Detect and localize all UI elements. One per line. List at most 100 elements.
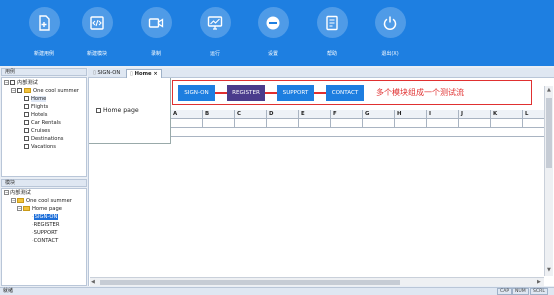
scroll-thumb[interactable] <box>546 98 552 168</box>
grid-cell[interactable] <box>331 119 363 128</box>
close-tab-icon[interactable]: × <box>153 71 157 77</box>
tree-page[interactable]: − Home page <box>17 205 62 213</box>
page-label[interactable]: Home page <box>96 107 139 114</box>
tree-root-modules[interactable]: − 内部测试 <box>4 189 31 197</box>
collapse-icon[interactable]: − <box>4 80 9 85</box>
test-flow-editor: Home page SIGN-ON REGISTER SUPPORT CONTA… <box>88 78 554 286</box>
new-module-button[interactable]: 新建模块 <box>67 7 127 63</box>
scroll-left-icon[interactable]: ◀ <box>91 279 95 285</box>
flow-module-register[interactable]: REGISTER <box>227 85 265 101</box>
tree-case-item[interactable]: Destinations <box>24 135 63 143</box>
record-button[interactable]: 录制 <box>126 7 186 63</box>
vertical-scrollbar[interactable]: ▲ ▼ <box>544 86 553 276</box>
tree-project[interactable]: − One cool summer <box>11 87 79 95</box>
column-header[interactable]: G <box>363 110 395 119</box>
column-header[interactable]: K <box>491 110 523 119</box>
flow-module-sign-on[interactable]: SIGN-ON <box>178 85 215 101</box>
column-header[interactable]: J <box>459 110 491 119</box>
scroll-up-icon[interactable]: ▲ <box>547 87 551 93</box>
scrl-indicator: SCRL <box>530 288 548 295</box>
new-module-icon <box>81 7 113 38</box>
tree-case-item[interactable]: Hotels <box>24 111 47 119</box>
tab-sign-on[interactable]: ▯ SIGN-ON <box>90 69 123 78</box>
exit-button[interactable]: 退出(X) <box>360 7 420 63</box>
grid-cell[interactable] <box>459 119 491 128</box>
scroll-thumb[interactable] <box>100 280 400 285</box>
grid-cell[interactable] <box>235 119 267 128</box>
tree-root-cases[interactable]: − 内部测试 <box>4 79 38 87</box>
checkbox[interactable] <box>10 80 15 85</box>
flow-module-support[interactable]: SUPPORT <box>277 85 314 101</box>
tree-module-item-selected[interactable]: ·SIGN-ON <box>32 213 59 221</box>
column-header[interactable]: E <box>299 110 331 119</box>
tree-project[interactable]: − One cool summer <box>11 197 72 205</box>
checkbox[interactable] <box>96 107 101 113</box>
tree-case-item[interactable]: Vacations <box>24 143 56 151</box>
status-text: 就绪 <box>3 288 14 294</box>
run-monitor-icon <box>199 7 231 38</box>
cases-tree: − 内部测试 − One cool summer Home Flights Hote… <box>1 77 87 177</box>
checkbox[interactable] <box>17 88 22 93</box>
collapse-icon[interactable]: − <box>17 206 22 211</box>
grid-cell[interactable] <box>267 119 299 128</box>
num-indicator: NUM <box>512 288 529 295</box>
new-file-icon <box>28 7 60 38</box>
checkbox[interactable] <box>24 104 29 109</box>
grid-cell[interactable] <box>171 119 203 128</box>
tree-case-item[interactable]: Home <box>24 95 47 103</box>
grid-cell[interactable] <box>171 128 547 137</box>
checkbox[interactable] <box>24 136 29 141</box>
grid-header-row: A B C D E F G H I J K L <box>171 110 547 119</box>
grid-cell[interactable] <box>491 119 523 128</box>
tab-home[interactable]: ▯ Home × <box>126 69 162 78</box>
column-header[interactable]: I <box>427 110 459 119</box>
tree-module-item[interactable]: ·SUPPORT <box>32 229 57 237</box>
checkbox[interactable] <box>24 144 29 149</box>
flow-arrow <box>314 92 326 94</box>
flow-highlight-box: SIGN-ON REGISTER SUPPORT CONTACT 多个模块组成一… <box>172 80 532 105</box>
tree-case-item[interactable]: Car Rentals <box>24 119 61 127</box>
collapse-icon[interactable]: − <box>11 198 16 203</box>
checkbox[interactable] <box>24 120 29 125</box>
settings-button[interactable]: 设置 <box>243 7 303 63</box>
grid-cell[interactable] <box>299 119 331 128</box>
column-header[interactable]: H <box>395 110 427 119</box>
tool-label: 设置 <box>267 51 278 57</box>
checkbox[interactable] <box>24 112 29 117</box>
scroll-right-icon[interactable]: ▶ <box>537 279 541 285</box>
main-toolbar: 新建用例 新建模块 录制 运行 设置 帮助 退出(X) <box>0 0 554 66</box>
modules-tree: − 内部测试 − One cool summer − Home page ·SIGN-… <box>1 188 87 286</box>
column-header[interactable]: C <box>235 110 267 119</box>
tree-module-item[interactable]: ·CONTACT <box>32 237 58 245</box>
column-header[interactable]: A <box>171 110 203 119</box>
column-header[interactable]: F <box>331 110 363 119</box>
checkbox[interactable] <box>24 96 29 101</box>
folder-icon <box>24 88 31 93</box>
column-header[interactable]: B <box>203 110 235 119</box>
grid-row <box>171 128 547 137</box>
flow-module-contact[interactable]: CONTACT <box>326 85 364 101</box>
help-button[interactable]: 帮助 <box>302 7 362 63</box>
scroll-down-icon[interactable]: ▼ <box>547 267 551 273</box>
record-camera-icon <box>140 7 172 38</box>
grid-cell[interactable] <box>363 119 395 128</box>
tree-case-item[interactable]: Flights <box>24 103 48 111</box>
grid-cell[interactable] <box>395 119 427 128</box>
column-header[interactable]: D <box>267 110 299 119</box>
grid-cell[interactable] <box>203 119 235 128</box>
modules-panel-title: 模块 <box>5 180 16 186</box>
document-tab-bar: ▯ SIGN-ON ▯ Home × <box>88 68 554 78</box>
tree-module-item[interactable]: ·REGISTER <box>32 221 59 229</box>
grid-cell[interactable] <box>427 119 459 128</box>
new-case-button[interactable]: 新建用例 <box>14 7 74 63</box>
cap-indicator: CAP <box>497 288 513 295</box>
checkbox[interactable] <box>24 128 29 133</box>
horizontal-scrollbar[interactable]: ◀ ▶ <box>90 277 544 286</box>
collapse-icon[interactable]: − <box>11 88 16 93</box>
tool-label: 新建用例 <box>33 51 54 57</box>
collapse-icon[interactable]: − <box>4 190 9 195</box>
tree-case-item[interactable]: Cruises <box>24 127 50 135</box>
modules-panel-header: 模块 <box>1 179 87 187</box>
cases-panel-title: 用例 <box>5 69 16 75</box>
run-button[interactable]: 运行 <box>185 7 245 63</box>
